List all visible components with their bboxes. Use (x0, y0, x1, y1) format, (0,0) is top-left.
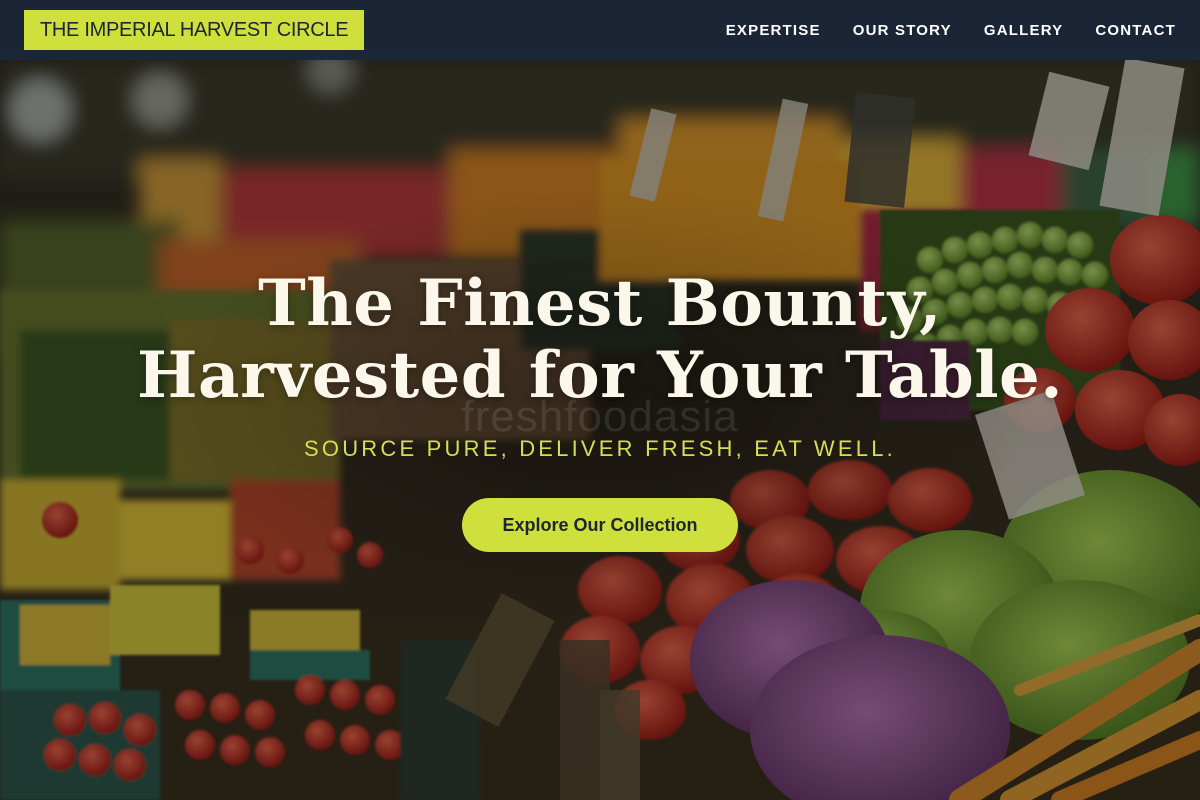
nav-link-expertise[interactable]: EXPERTISE (726, 22, 821, 39)
nav-link-gallery[interactable]: GALLERY (984, 22, 1064, 39)
hero-title: The Finest Bounty, Harvested for Your Ta… (0, 268, 1200, 412)
explore-collection-button[interactable]: Explore Our Collection (462, 498, 738, 552)
brand-logo[interactable]: THE IMPERIAL HARVEST CIRCLE (24, 10, 365, 50)
hero-title-line-2: Harvested for Your Table. (137, 338, 1063, 413)
hero-tagline: SOURCE PURE, DELIVER FRESH, EAT WELL. (304, 436, 896, 461)
nav-link-contact[interactable]: CONTACT (1095, 22, 1176, 39)
top-navbar: THE IMPERIAL HARVEST CIRCLE EXPERTISE OU… (0, 0, 1200, 60)
nav-links: EXPERTISE OUR STORY GALLERY CONTACT (694, 22, 1176, 39)
nav-link-our-story[interactable]: OUR STORY (853, 22, 952, 39)
hero-title-line-1: The Finest Bounty, (258, 266, 942, 341)
hero-section: The Finest Bounty, Harvested for Your Ta… (0, 268, 1200, 552)
